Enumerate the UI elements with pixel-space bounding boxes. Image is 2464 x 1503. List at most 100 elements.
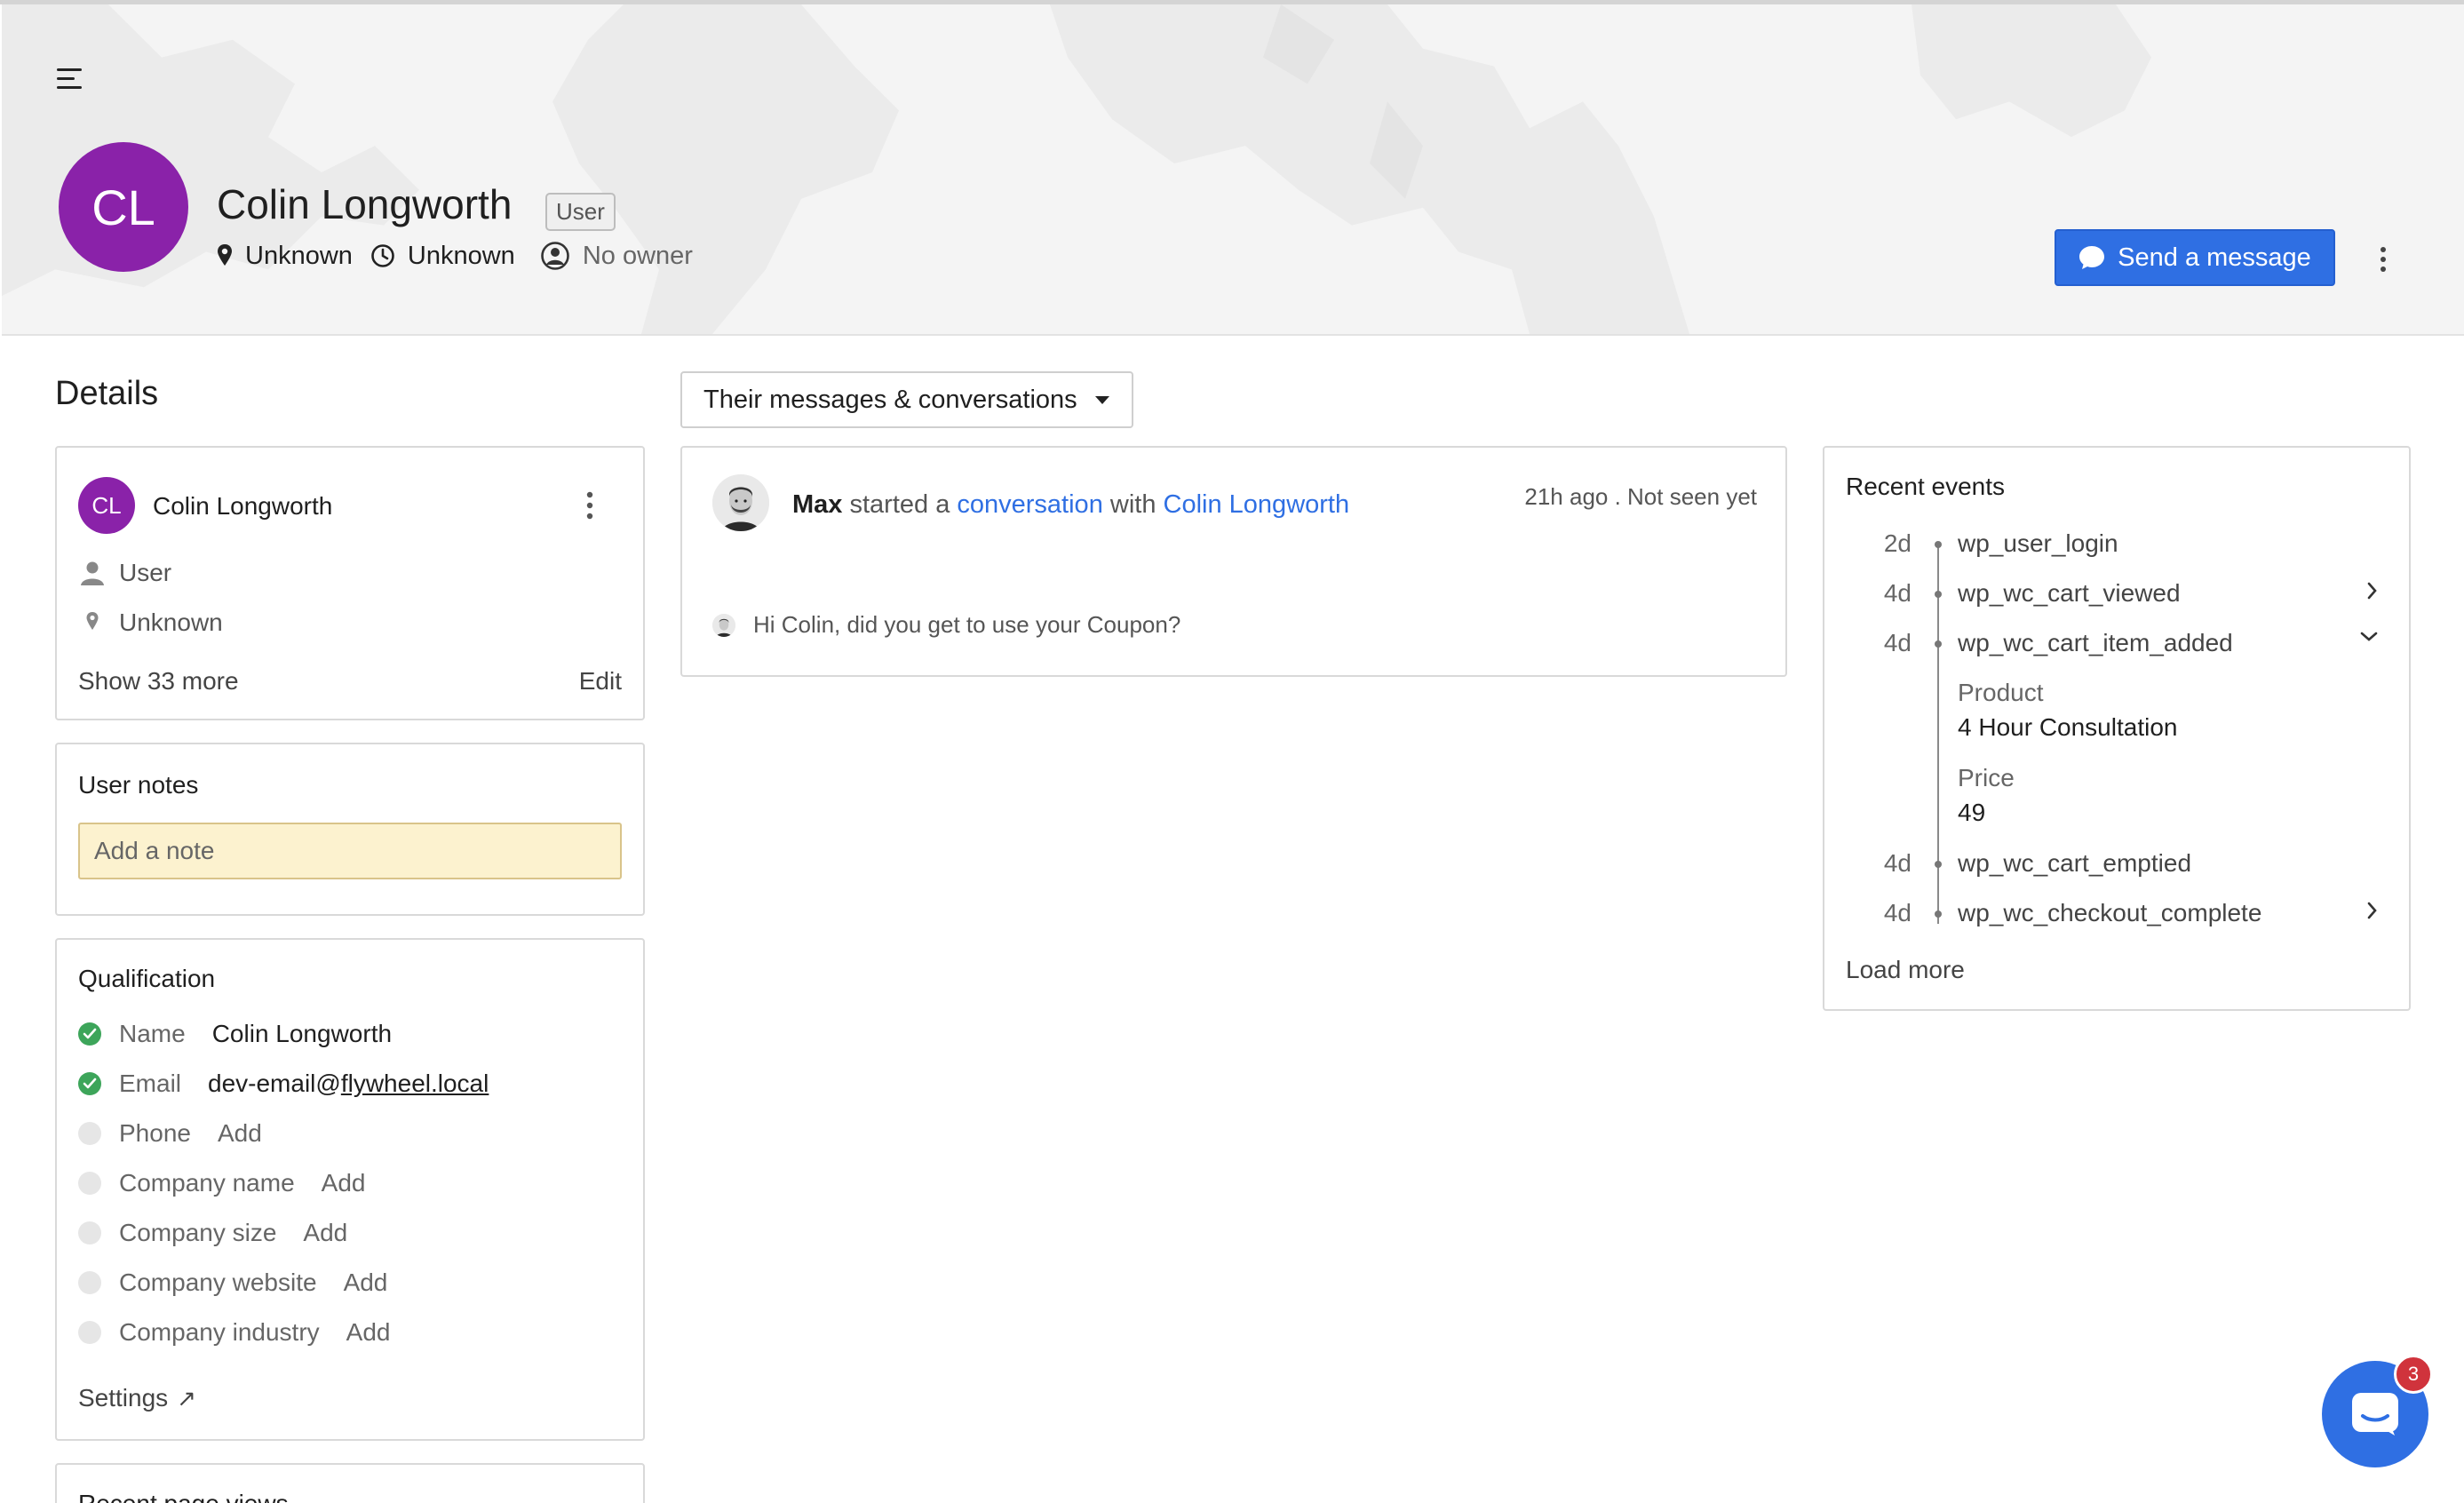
event-age: 2d — [1883, 529, 1912, 557]
location-meta: Unknown — [217, 242, 353, 271]
chevron-right-icon[interactable] — [2366, 581, 2379, 600]
email-value[interactable]: dev-email@flywheel.local — [208, 1070, 489, 1098]
timeline-dot — [1935, 640, 1942, 648]
conversation-preview: Hi Colin, did you get to use your Coupon… — [712, 611, 1180, 639]
edit-link[interactable]: Edit — [579, 667, 622, 696]
event-age: 4d — [1883, 579, 1912, 607]
empty-circle-icon — [78, 1321, 101, 1344]
add-company-industry-link[interactable]: Add — [346, 1318, 391, 1347]
map-pin-icon — [218, 244, 232, 266]
add-phone-link[interactable]: Add — [218, 1119, 262, 1148]
load-more-link[interactable]: Load more — [1846, 956, 1965, 984]
empty-circle-icon — [78, 1122, 101, 1145]
preview-text: Hi Colin, did you get to use your Coupon… — [753, 611, 1181, 638]
contact-role-row: User — [80, 559, 171, 587]
unread-count-badge: 3 — [2394, 1355, 2433, 1394]
empty-circle-icon — [78, 1172, 101, 1195]
user-notes-card: User notes — [55, 743, 645, 916]
details-heading: Details — [55, 375, 159, 412]
agent-avatar — [712, 474, 769, 531]
contact-card: CL Colin Longworth User Unknown Show 33 … — [55, 446, 645, 720]
conversation-filter-dropdown[interactable]: Their messages & conversations — [680, 371, 1133, 428]
owner-meta[interactable]: No owner — [540, 241, 693, 271]
recent-events-card: Recent events 2d wp_user_login 4d wp_wc_… — [1823, 446, 2411, 1011]
local-time-text: Unknown — [407, 241, 515, 270]
event-row[interactable]: 2d wp_user_login — [1824, 529, 2409, 560]
timeline-dot — [1935, 591, 1942, 598]
filter-label: Their messages & conversations — [703, 385, 1077, 414]
empty-circle-icon — [78, 1271, 101, 1294]
qualification-value[interactable]: Colin Longworth — [212, 1020, 392, 1048]
event-row[interactable]: 4d wp_wc_cart_item_added — [1824, 629, 2409, 659]
agent-name: Max — [792, 490, 843, 519]
qualification-title: Qualification — [78, 965, 216, 992]
qualification-row-phone: Phone Add — [78, 1119, 262, 1148]
menu-icon[interactable] — [57, 68, 83, 91]
chevron-down-icon[interactable] — [2359, 631, 2379, 643]
check-circle-icon — [78, 1072, 101, 1095]
send-message-button[interactable]: Send a message — [2055, 229, 2335, 286]
event-property-label: Product — [1958, 679, 2044, 706]
event-name: wp_wc_cart_viewed — [1958, 579, 2181, 607]
event-row[interactable]: 4d wp_wc_cart_emptied — [1824, 849, 2409, 879]
qualification-card: Qualification Name Colin Longworth Email… — [55, 938, 645, 1441]
conversation-item[interactable]: Max started a conversation with Colin Lo… — [680, 446, 1787, 677]
messenger-icon — [2352, 1393, 2398, 1435]
qualification-label: Email — [119, 1070, 182, 1097]
caret-down-icon — [1094, 395, 1109, 404]
more-options-icon[interactable] — [581, 490, 599, 521]
owner-text: No owner — [582, 241, 693, 270]
empty-circle-icon — [78, 1221, 101, 1245]
qualification-label: Phone — [119, 1119, 191, 1147]
email-domain-link[interactable]: flywheel.local — [341, 1070, 489, 1097]
customer-link[interactable]: Colin Longworth — [1164, 490, 1350, 519]
show-more-link[interactable]: Show 33 more — [78, 667, 239, 696]
qualification-row-email: Email dev-email@flywheel.local — [78, 1070, 489, 1098]
person-icon — [81, 561, 104, 585]
more-options-icon[interactable] — [2373, 246, 2393, 273]
add-company-name-link[interactable]: Add — [322, 1169, 366, 1197]
event-row[interactable]: 4d wp_wc_checkout_complete — [1824, 899, 2409, 929]
qualification-row-company-industry: Company industry Add — [78, 1318, 390, 1347]
add-company-website-link[interactable]: Add — [344, 1268, 388, 1297]
qualification-row-name: Name Colin Longworth — [78, 1020, 392, 1048]
recent-page-views-card: Recent page views — [55, 1463, 645, 1503]
qualification-row-company-name: Company name Add — [78, 1169, 365, 1197]
user-meta-row: Unknown Unknown No owner — [217, 241, 711, 271]
chat-bubble-icon — [2079, 246, 2105, 269]
qualification-label: Company name — [119, 1169, 295, 1197]
started-text: started a — [849, 490, 950, 519]
settings-label: Settings — [78, 1384, 169, 1412]
timeline-dot — [1935, 911, 1942, 918]
note-input[interactable] — [78, 823, 622, 879]
avatar: CL — [59, 142, 188, 272]
agent-mini-avatar — [712, 613, 735, 637]
user-notes-title: User notes — [78, 771, 199, 799]
event-property-value: 4 Hour Consultation — [1958, 713, 2178, 741]
conversation-timestamp: 21h ago . Not seen yet — [1524, 483, 1757, 510]
chevron-right-icon[interactable] — [2366, 901, 2379, 920]
qualification-label: Name — [119, 1020, 186, 1047]
qualification-settings-link[interactable]: Settings ↗ — [78, 1384, 196, 1412]
conversation-summary: Max started a conversation with Colin Lo… — [792, 490, 1349, 520]
profile-header: CL Colin Longworth User Unknown Unknown … — [2, 4, 2464, 336]
send-message-label: Send a message — [2118, 243, 2311, 272]
event-age: 4d — [1883, 849, 1912, 877]
add-company-size-link[interactable]: Add — [303, 1219, 347, 1247]
qualification-label: Company industry — [119, 1318, 320, 1346]
check-circle-icon — [78, 1022, 101, 1046]
external-arrow-icon: ↗ — [177, 1384, 196, 1412]
contact-role: User — [119, 559, 172, 586]
clock-icon — [371, 244, 394, 267]
event-name: wp_wc_cart_emptied — [1958, 849, 2192, 877]
owner-icon — [541, 242, 569, 270]
qualification-row-company-website: Company website Add — [78, 1268, 387, 1297]
conversation-link[interactable]: conversation — [957, 490, 1102, 519]
event-age: 4d — [1883, 899, 1912, 926]
event-row[interactable]: 4d wp_wc_cart_viewed — [1824, 579, 2409, 609]
qualification-label: Company website — [119, 1268, 317, 1296]
event-name: wp_user_login — [1958, 529, 2118, 557]
avatar: CL — [78, 477, 135, 534]
event-age: 4d — [1883, 629, 1912, 656]
contact-location: Unknown — [119, 608, 223, 636]
